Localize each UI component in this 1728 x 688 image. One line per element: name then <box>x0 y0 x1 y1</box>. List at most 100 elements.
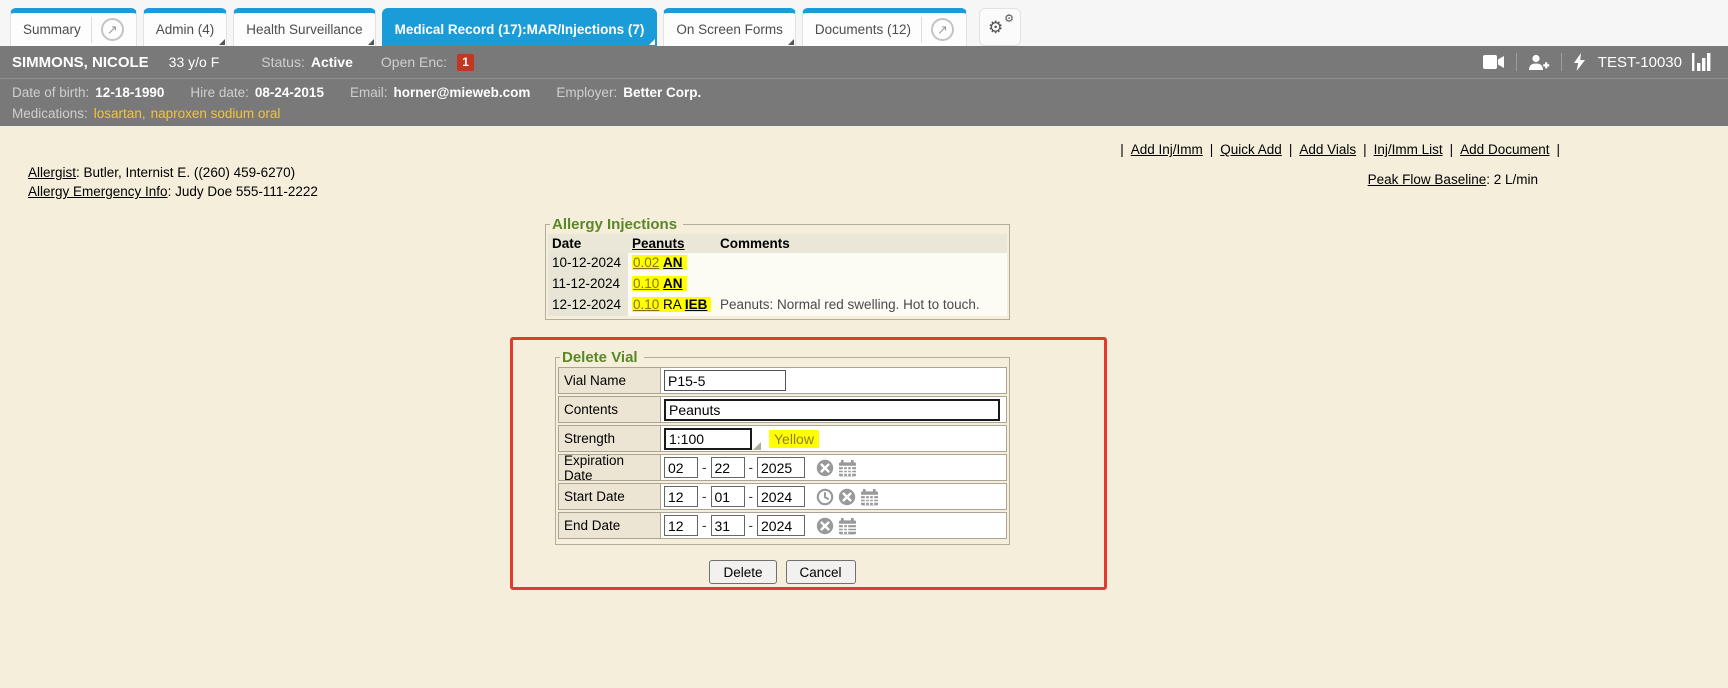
column-date: Date <box>548 234 628 253</box>
clear-date-icon[interactable] <box>838 488 856 506</box>
injection-date: 11-12-2024 <box>548 274 628 295</box>
injection-row: 11-12-2024 0.10 AN <box>548 274 1007 295</box>
resize-grip-icon[interactable] <box>753 442 761 450</box>
injection-comment <box>716 253 1007 274</box>
end-month-input[interactable] <box>664 515 698 536</box>
popout-icon[interactable]: ↗ <box>101 18 124 41</box>
settings-gear-button[interactable]: ⚙ ⚙ <box>979 8 1021 46</box>
quick-add-link[interactable]: Quick Add <box>1220 142 1282 157</box>
start-month-input[interactable] <box>664 486 698 507</box>
tab-on-screen-forms[interactable]: On Screen Forms <box>663 8 796 46</box>
flowsheet-chart-icon[interactable] <box>1692 53 1714 71</box>
inj-imm-list-link[interactable]: Inj/Imm List <box>1374 142 1443 157</box>
delete-vial-panel: Delete Vial Vial Name Contents Strength <box>555 349 1010 545</box>
injections-header-row: Date Peanuts Comments <box>548 234 1007 253</box>
allergy-emergency-info-link[interactable]: Allergy Emergency Info <box>28 184 168 199</box>
start-day-input[interactable] <box>711 486 745 507</box>
popout-icon[interactable]: ↗ <box>931 18 954 41</box>
dob-label: Date of birth: <box>12 82 89 103</box>
patient-name: SIMMONS, NICOLE <box>12 54 149 71</box>
form-row-start-date: Start Date - - <box>558 483 1007 510</box>
contents-input[interactable] <box>664 399 1000 421</box>
status-label: Status: <box>261 54 305 70</box>
injection-comment <box>716 274 1007 295</box>
expiration-date-label: Expiration Date <box>559 455 661 480</box>
add-vials-link[interactable]: Add Vials <box>1299 142 1356 157</box>
end-date-label: End Date <box>559 513 661 538</box>
status-value: Active <box>311 54 353 70</box>
vial-name-label: Vial Name <box>559 368 661 393</box>
injection-date: 12-12-2024 <box>548 295 628 316</box>
injection-row: 10-12-2024 0.02 AN <box>548 253 1007 274</box>
gear-icon: ⚙ <box>1004 12 1014 25</box>
tab-admin[interactable]: Admin (4) <box>143 8 228 46</box>
delete-vial-alert-box: Delete Vial Vial Name Contents Strength <box>510 337 1107 590</box>
expiration-day-input[interactable] <box>711 457 745 478</box>
tab-medical-record[interactable]: Medical Record (17):MAR/Injections (7) <box>382 8 658 46</box>
divider <box>1561 53 1562 71</box>
tab-health-surveillance-label: Health Surveillance <box>246 22 362 37</box>
tab-documents[interactable]: Documents (12) ↗ <box>802 8 967 46</box>
reaction-code-link[interactable]: AN <box>663 276 683 291</box>
vial-name-input[interactable] <box>664 370 786 391</box>
cancel-button[interactable]: Cancel <box>786 560 856 584</box>
email-value: horner@mieweb.com <box>393 82 530 103</box>
strength-label: Strength <box>559 426 661 451</box>
calendar-icon[interactable] <box>838 517 857 535</box>
form-row-end-date: End Date - - <box>558 512 1007 539</box>
calendar-icon[interactable] <box>838 459 857 477</box>
peak-flow-baseline-link[interactable]: Peak Flow Baseline <box>1368 172 1487 187</box>
peak-flow-value: : 2 L/min <box>1486 172 1538 187</box>
end-day-input[interactable] <box>711 515 745 536</box>
peak-flow-baseline: Peak Flow Baseline: 2 L/min <box>1368 172 1538 187</box>
tab-admin-label: Admin (4) <box>156 22 215 37</box>
medication-link-naproxen[interactable]: naproxen sodium oral <box>151 103 281 124</box>
allergy-injections-panel: Allergy Injections Date Peanuts Comments… <box>545 216 1010 320</box>
video-call-icon[interactable] <box>1483 54 1505 70</box>
set-time-now-icon[interactable] <box>816 488 834 506</box>
add-person-icon[interactable] <box>1528 54 1550 71</box>
tab-bar: Summary ↗ Admin (4) Health Surveillance … <box>0 0 1728 46</box>
tab-divider <box>921 17 922 43</box>
tab-on-screen-forms-label: On Screen Forms <box>676 22 783 37</box>
column-peanuts-link[interactable]: Peanuts <box>632 236 685 251</box>
calendar-icon[interactable] <box>860 488 879 506</box>
expiration-year-input[interactable] <box>757 457 805 478</box>
gear-icon: ⚙ <box>988 18 1003 38</box>
delete-button[interactable]: Delete <box>709 560 776 584</box>
open-enc-label: Open Enc: <box>381 54 447 70</box>
injections-table: Date Peanuts Comments 10-12-2024 0.02 AN… <box>548 234 1007 316</box>
lightning-bolt-icon[interactable] <box>1573 53 1586 71</box>
expiration-month-input[interactable] <box>664 457 698 478</box>
strength-input[interactable] <box>664 428 752 450</box>
add-inj-imm-link[interactable]: Add Inj/Imm <box>1131 142 1203 157</box>
injection-dose-highlight: 0.10 RA IEB <box>632 297 711 312</box>
clear-date-icon[interactable] <box>816 517 834 535</box>
injection-comment: Peanuts: Normal red swelling. Hot to tou… <box>716 295 1007 316</box>
injection-dose-highlight: 0.02 AN <box>632 255 687 270</box>
reaction-code-link[interactable]: IEB <box>685 297 708 312</box>
allergy-injections-legend: Allergy Injections <box>550 216 683 233</box>
start-year-input[interactable] <box>757 486 805 507</box>
allergist-info: Allergist: Butler, Internist E. ((260) 4… <box>28 163 318 201</box>
open-encounter-badge[interactable]: 1 <box>457 54 474 71</box>
form-row-contents: Contents <box>558 396 1007 423</box>
end-year-input[interactable] <box>757 515 805 536</box>
reaction-code-link[interactable]: AN <box>663 255 683 270</box>
tab-divider <box>91 17 92 43</box>
delete-vial-legend: Delete Vial <box>560 349 644 366</box>
injection-date: 10-12-2024 <box>548 253 628 274</box>
clear-date-icon[interactable] <box>816 459 834 477</box>
medication-link-losartan[interactable]: losartan <box>94 103 142 124</box>
dose-link[interactable]: 0.02 <box>633 255 659 270</box>
allergist-link[interactable]: Allergist <box>28 165 76 180</box>
tab-health-surveillance[interactable]: Health Surveillance <box>233 8 375 46</box>
add-document-link[interactable]: Add Document <box>1460 142 1549 157</box>
reaction-code: RA <box>663 297 681 312</box>
tab-summary[interactable]: Summary ↗ <box>10 8 137 46</box>
demographics-bar: Date of birth: 12-18-1990 Hire date: 08-… <box>0 78 1728 126</box>
tab-documents-label: Documents (12) <box>815 22 911 37</box>
patient-header-bar: SIMMONS, NICOLE 33 y/o F Status: Active … <box>0 46 1728 78</box>
dose-link[interactable]: 0.10 <box>633 276 659 291</box>
dose-link[interactable]: 0.10 <box>633 297 659 312</box>
